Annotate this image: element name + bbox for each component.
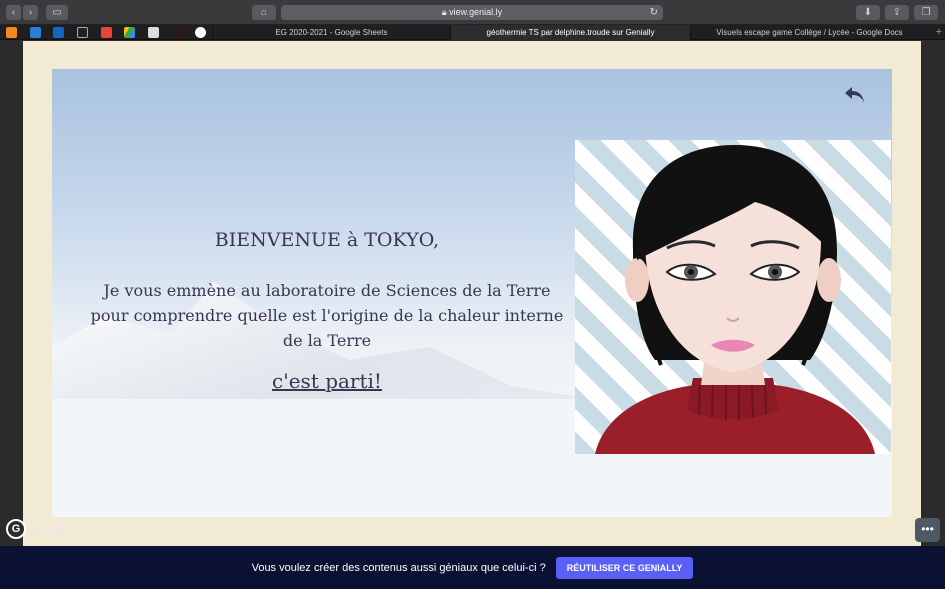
paper-frame: BIENVENUE à TOKYO, Je vous emmène au lab… (23, 41, 921, 546)
google-icon[interactable] (195, 27, 206, 38)
tag-icon[interactable]: ⌂ (252, 5, 276, 20)
gmail-icon[interactable] (101, 27, 112, 38)
outlook-icon[interactable] (53, 27, 64, 38)
orange-icon[interactable] (6, 27, 17, 38)
woman-avatar (595, 145, 875, 454)
tab-genially[interactable]: géothermie TS par delphine.troude sur Ge… (450, 25, 690, 40)
address-bar[interactable]: 🔒︎ view.genial.ly ↻ (281, 5, 663, 20)
genially-g-icon: G (6, 519, 26, 539)
drive-icon[interactable] (124, 27, 135, 38)
promo-bar: Vous voulez créer des contenus aussi gén… (0, 546, 945, 589)
tab-docs[interactable]: Visuels escape game Collège / Lycée - Go… (690, 25, 928, 40)
sidebar-icon[interactable]: ▭ (46, 5, 68, 20)
genially-logo[interactable]: G genially (6, 519, 71, 539)
start-link[interactable]: c'est parti! (112, 369, 542, 393)
reload-icon[interactable]: ↻ (650, 5, 658, 20)
welcome-title: BIENVENUE à TOKYO, (214, 229, 440, 251)
bird-icon[interactable] (30, 27, 41, 38)
promo-text: Vous voulez créer des contenus aussi gén… (251, 561, 546, 574)
tabs-overview-icon[interactable]: ❐ (914, 5, 938, 20)
character-portrait (575, 140, 891, 454)
new-tab-icon[interactable]: + (936, 25, 942, 40)
snow-scene: BIENVENUE à TOKYO, Je vous emmène au lab… (52, 69, 892, 517)
logo-text: genially (30, 522, 71, 536)
page-content: BIENVENUE à TOKYO, Je vous emmène au lab… (0, 41, 945, 546)
tab-bar: EG 2020-2021 - Google Sheets géothermie … (0, 25, 945, 40)
forward-nav-icon[interactable]: › (23, 5, 38, 20)
url-text: view.genial.ly (449, 7, 503, 17)
intro-text: Je vous emmène au laboratoire de Science… (90, 281, 564, 350)
more-options-button[interactable]: ••• (915, 518, 940, 542)
back-nav-icon[interactable]: ‹ (6, 5, 21, 20)
tab-sheets[interactable]: EG 2020-2021 - Google Sheets (212, 25, 450, 40)
download-icon[interactable]: ⬇ (856, 5, 880, 20)
share-icon[interactable]: ⇪ (885, 5, 909, 20)
dark-icon[interactable] (172, 27, 183, 38)
back-arrow-icon[interactable] (843, 83, 867, 107)
browser-toolbar: ‹ › ▭ ⌂ 🔒︎ view.genial.ly ↻ ⬇ ⇪ ❐ (0, 0, 945, 25)
nike-icon[interactable] (148, 27, 159, 38)
reuse-genially-button[interactable]: RÉUTILISER CE GENIALLY (555, 556, 694, 579)
pix-icon[interactable] (77, 27, 88, 38)
